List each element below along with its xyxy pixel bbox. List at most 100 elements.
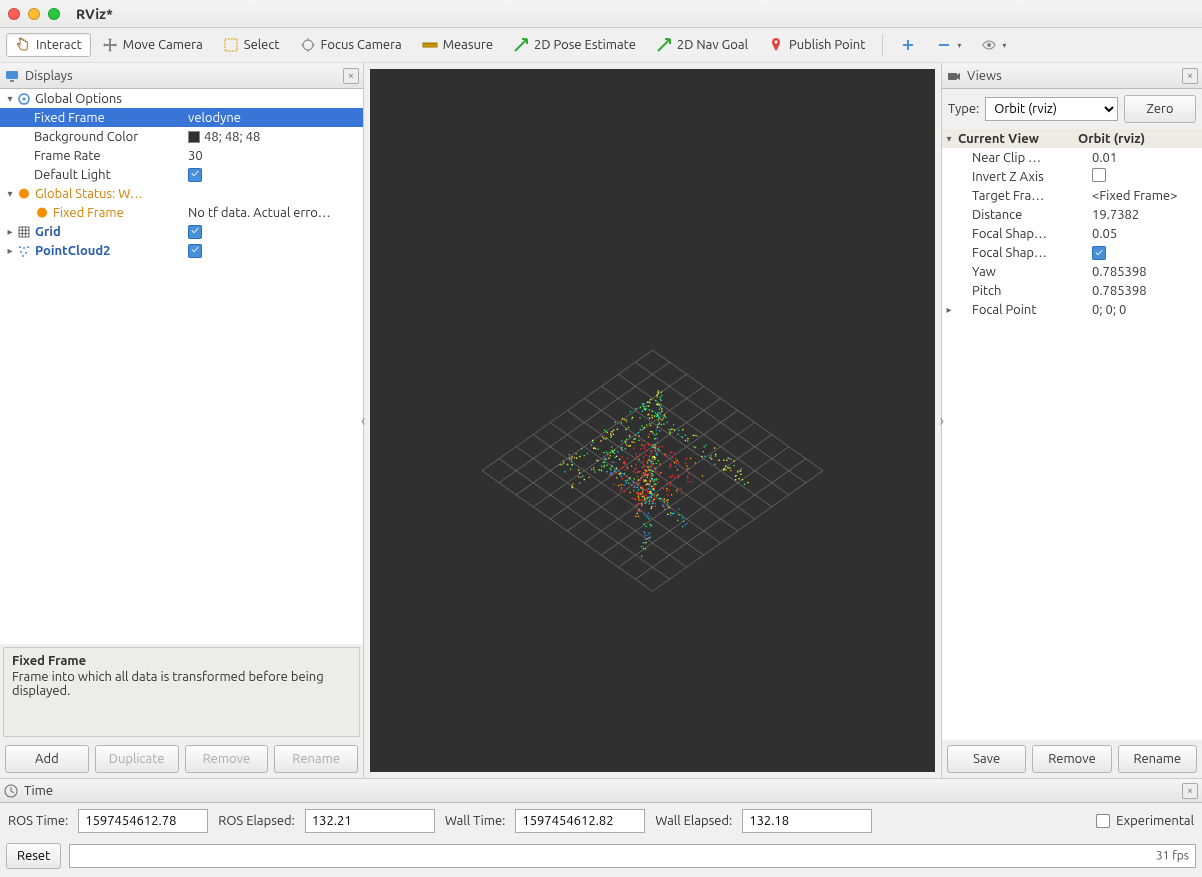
nav-goal-button[interactable]: 2D Nav Goal	[647, 33, 757, 57]
expand-icon[interactable]: ▸	[942, 304, 956, 316]
expand-icon[interactable]: ▸	[4, 245, 16, 257]
select-button[interactable]: Select	[214, 33, 289, 57]
pitch-value[interactable]: 0.785398	[1088, 284, 1202, 298]
focus-camera-button[interactable]: Focus Camera	[291, 33, 411, 57]
color-swatch[interactable]	[188, 131, 200, 143]
pin-icon	[768, 37, 784, 53]
focal-shape-size-label[interactable]: Focal Shap…	[970, 227, 1088, 241]
experimental-checkbox-label[interactable]: Experimental	[1096, 814, 1194, 828]
near-clip-value[interactable]: 0.01	[1088, 151, 1202, 165]
view-type-select[interactable]: Orbit (rviz)	[985, 97, 1118, 121]
displays-panel-header: Displays ×	[0, 63, 363, 89]
focal-point-label[interactable]: Focal Point	[970, 303, 1088, 317]
focal-shape-fixed-label[interactable]: Focal Shap…	[970, 246, 1088, 260]
add-tool-button[interactable]	[891, 33, 925, 57]
pitch-label[interactable]: Pitch	[970, 284, 1088, 298]
near-clip-label[interactable]: Near Clip …	[970, 151, 1088, 165]
remove-tool-button[interactable]: ▾	[927, 33, 970, 57]
frame-rate-row[interactable]: Frame Rate 30	[0, 146, 363, 165]
publish-point-button[interactable]: Publish Point	[759, 33, 874, 57]
collapse-icon[interactable]: ▾	[4, 188, 16, 200]
focal-shape-fixed-checkbox[interactable]	[1092, 246, 1106, 260]
ros-time-label: ROS Time:	[8, 814, 68, 828]
views-buttons: Save Remove Rename	[942, 740, 1202, 778]
close-window-icon[interactable]	[8, 8, 20, 20]
add-button[interactable]: Add	[5, 745, 89, 773]
pointcloud2-label[interactable]: PointCloud2	[35, 244, 111, 258]
default-light-row[interactable]: Default Light	[0, 165, 363, 184]
minimize-window-icon[interactable]	[28, 8, 40, 20]
collapse-icon[interactable]: ▾	[4, 93, 16, 105]
focal-shape-size-value[interactable]: 0.05	[1088, 227, 1202, 241]
global-options-label[interactable]: Global Options	[35, 92, 122, 106]
default-light-checkbox[interactable]	[188, 168, 202, 182]
global-status-label[interactable]: Global Status: W…	[35, 187, 143, 201]
interact-label: Interact	[36, 38, 82, 52]
description-body: Frame into which all data is transformed…	[12, 670, 351, 698]
chevron-left-icon[interactable]: ‹	[361, 412, 366, 430]
view-tool-button[interactable]: ▾	[972, 33, 1015, 57]
close-panel-icon[interactable]: ×	[1182, 68, 1198, 84]
green-arrow-icon	[656, 37, 672, 53]
minus-icon	[936, 37, 952, 53]
crosshair-icon	[300, 37, 316, 53]
move-camera-button[interactable]: Move Camera	[93, 33, 212, 57]
target-frame-value[interactable]: <Fixed Frame>	[1088, 189, 1202, 203]
publish-point-label: Publish Point	[789, 38, 865, 52]
zero-button[interactable]: Zero	[1124, 95, 1196, 123]
background-color-row[interactable]: Background Color 48; 48; 48	[0, 127, 363, 146]
pointcloud2-checkbox[interactable]	[188, 244, 202, 258]
reset-button[interactable]: Reset	[6, 843, 61, 869]
displays-tree[interactable]: ▾ Global Options Fixed Frame velodyne Bac…	[0, 89, 363, 644]
fixed-frame-row[interactable]: Fixed Frame velodyne	[0, 108, 363, 127]
invert-z-label[interactable]: Invert Z Axis	[970, 170, 1088, 184]
time-controls-row: Reset 31 fps	[0, 839, 1202, 877]
rename-button: Rename	[274, 745, 358, 773]
interact-button[interactable]: Interact	[6, 33, 91, 57]
ros-time-field[interactable]	[78, 809, 208, 833]
yaw-value[interactable]: 0.785398	[1088, 265, 1202, 279]
frame-rate-value[interactable]: 30	[188, 149, 203, 163]
grid-checkbox[interactable]	[188, 225, 202, 239]
save-button[interactable]: Save	[947, 745, 1026, 773]
close-panel-icon[interactable]: ×	[1182, 783, 1198, 799]
yaw-label[interactable]: Yaw	[970, 265, 1088, 279]
status-fixed-frame-row[interactable]: ●Fixed Frame No tf data. Actual erro…	[0, 203, 363, 222]
pose-estimate-button[interactable]: 2D Pose Estimate	[504, 33, 645, 57]
pointcloud2-row[interactable]: ▸ PointCloud2	[0, 241, 363, 260]
views-tree[interactable]: ▾Current ViewOrbit (rviz) Near Clip …0.0…	[942, 129, 1202, 740]
warning-icon: ●	[16, 186, 32, 201]
experimental-checkbox[interactable]	[1096, 814, 1110, 828]
chevron-right-icon[interactable]: ›	[940, 412, 945, 430]
grid-row[interactable]: ▸ Grid	[0, 222, 363, 241]
time-track[interactable]: 31 fps	[69, 844, 1196, 868]
invert-z-checkbox[interactable]	[1092, 168, 1106, 182]
3d-viewport[interactable]: grid	[370, 69, 935, 772]
current-view-label[interactable]: Current View	[956, 132, 1074, 146]
eye-icon	[981, 37, 997, 53]
distance-label[interactable]: Distance	[970, 208, 1088, 222]
target-frame-label[interactable]: Target Fra…	[970, 189, 1088, 203]
green-arrow-icon	[513, 37, 529, 53]
measure-button[interactable]: Measure	[413, 33, 502, 57]
wall-elapsed-field[interactable]	[742, 809, 872, 833]
remove-view-button[interactable]: Remove	[1032, 745, 1111, 773]
clock-icon	[4, 784, 18, 798]
rename-view-button[interactable]: Rename	[1118, 745, 1197, 773]
wall-time-field[interactable]	[515, 809, 645, 833]
grid-label[interactable]: Grid	[35, 225, 61, 239]
collapse-icon[interactable]: ▾	[942, 133, 956, 145]
ros-elapsed-field[interactable]	[305, 809, 435, 833]
time-panel-header: Time ×	[0, 779, 1202, 803]
expand-icon[interactable]: ▸	[4, 226, 16, 238]
close-panel-icon[interactable]: ×	[343, 68, 359, 84]
views-panel-header: Views ×	[942, 63, 1202, 89]
pointcloud-icon	[16, 244, 32, 258]
window-title-bar: RViz*	[0, 0, 1202, 28]
maximize-window-icon[interactable]	[48, 8, 60, 20]
distance-value[interactable]: 19.7382	[1088, 208, 1202, 222]
focal-point-value[interactable]: 0; 0; 0	[1088, 303, 1202, 317]
description-box: Fixed Frame Frame into which all data is…	[3, 647, 360, 737]
fixed-frame-value[interactable]: velodyne	[188, 111, 241, 125]
move-camera-icon	[102, 37, 118, 53]
